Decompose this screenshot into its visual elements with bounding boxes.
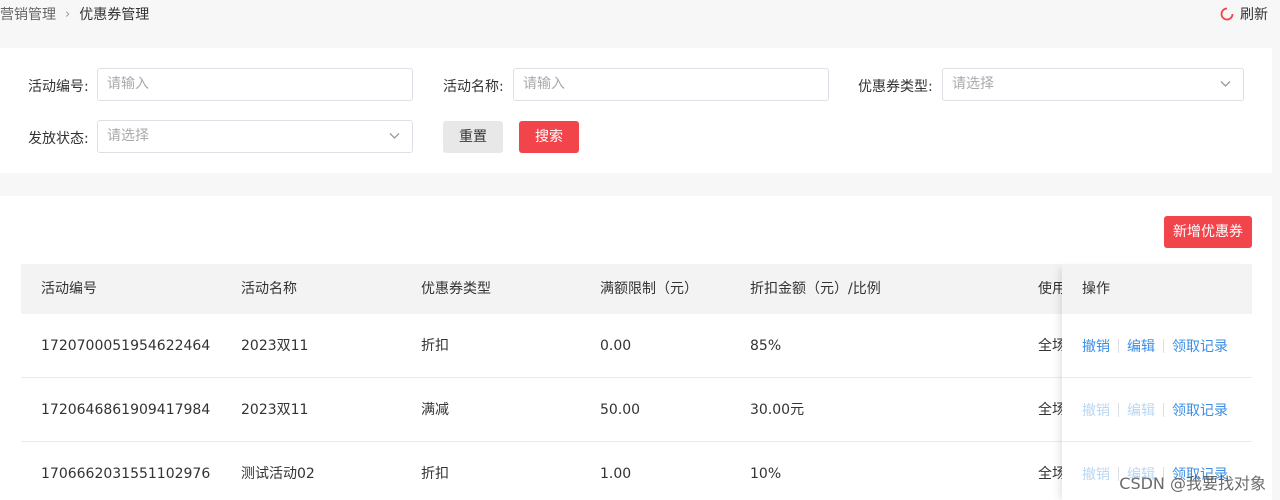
table-panel: 新增优惠券 活动编号 活动名称 优惠券类型 满额限制（元） 折扣金额（元）/比例…	[0, 196, 1272, 500]
action-divider	[1118, 338, 1119, 353]
action-divider	[1163, 338, 1164, 353]
revoke-link[interactable]: 撤销	[1082, 400, 1110, 420]
cell-coupon-type: 满减	[421, 402, 449, 418]
search-button[interactable]: 搜索	[519, 121, 579, 153]
coupon-type-placeholder: 请选择	[952, 76, 994, 92]
breadcrumb-parent[interactable]: 营销管理	[0, 4, 56, 24]
cell-coupon-type: 折扣	[421, 466, 449, 482]
header-actions: 操作	[1062, 264, 1252, 314]
refresh-icon	[1220, 7, 1234, 21]
row-actions: 撤销 编辑 领取记录	[1062, 314, 1252, 378]
reset-button[interactable]: 重置	[443, 121, 503, 153]
add-coupon-button[interactable]: 新增优惠券	[1164, 216, 1252, 248]
refresh-button[interactable]: 刷新	[1220, 4, 1268, 24]
action-divider	[1118, 402, 1119, 417]
activity-name-placeholder: 请输入	[523, 76, 565, 92]
issue-status-placeholder: 请选择	[107, 128, 149, 144]
cell-activity-no: 1720700051954622464	[41, 338, 211, 354]
cell-coupon-type: 折扣	[421, 338, 449, 354]
activity-no-label: 活动编号:	[28, 79, 89, 95]
filter-panel: 活动编号: 请输入 活动名称: 请输入 优惠券类型: 请选择 发放状态: 请选择…	[0, 48, 1272, 173]
cell-threshold: 0.00	[600, 338, 632, 354]
issue-status-select[interactable]: 请选择	[97, 120, 413, 153]
header-activity-name: 活动名称	[241, 281, 297, 297]
header-coupon-type: 优惠券类型	[421, 281, 491, 297]
refresh-label: 刷新	[1240, 7, 1268, 23]
edit-link[interactable]: 编辑	[1127, 336, 1155, 356]
chevron-down-icon	[389, 133, 400, 139]
chevron-down-icon	[1220, 81, 1231, 87]
cell-activity-no: 1706662031551102976	[41, 466, 211, 482]
coupon-type-select[interactable]: 请选择	[942, 68, 1244, 101]
records-link[interactable]: 领取记录	[1172, 400, 1228, 420]
chevron-right-icon: ›	[65, 6, 71, 22]
watermark: CSDN @我要找对象	[1119, 474, 1266, 493]
cell-discount: 30.00元	[750, 402, 805, 418]
top-bar: 营销管理 › 优惠券管理 刷新	[0, 0, 1280, 30]
revoke-link[interactable]: 撤销	[1082, 464, 1110, 484]
breadcrumb-current: 优惠券管理	[79, 7, 150, 23]
cell-activity-name: 测试活动02	[241, 466, 315, 482]
cell-threshold: 1.00	[600, 466, 632, 482]
activity-name-input[interactable]: 请输入	[513, 68, 829, 101]
cell-activity-name: 2023双11	[241, 338, 309, 354]
issue-status-label: 发放状态:	[28, 131, 89, 147]
coupon-type-label: 优惠券类型:	[858, 79, 933, 95]
activity-no-placeholder: 请输入	[107, 76, 149, 92]
header-threshold: 满额限制（元）	[600, 281, 698, 297]
cell-discount: 10%	[750, 466, 782, 482]
edit-link[interactable]: 编辑	[1127, 400, 1155, 420]
header-discount: 折扣金额（元）/比例	[750, 281, 881, 297]
cell-activity-name: 2023双11	[241, 402, 309, 418]
header-activity-no: 活动编号	[41, 281, 97, 297]
cell-activity-no: 1720646861909417984	[41, 402, 211, 418]
action-divider	[1163, 402, 1164, 417]
records-link[interactable]: 领取记录	[1172, 336, 1228, 356]
cell-threshold: 50.00	[600, 402, 641, 418]
breadcrumb: 营销管理 › 优惠券管理	[0, 4, 149, 24]
row-actions: 撤销 编辑 领取记录	[1062, 378, 1252, 442]
activity-no-input[interactable]: 请输入	[97, 68, 413, 101]
activity-name-label: 活动名称:	[443, 79, 504, 95]
action-column: 操作 撤销 编辑 领取记录 撤销 编辑 领取记录 撤销 编辑 领取记录	[1062, 264, 1252, 500]
cell-discount: 85%	[750, 338, 782, 354]
revoke-link[interactable]: 撤销	[1082, 336, 1110, 356]
